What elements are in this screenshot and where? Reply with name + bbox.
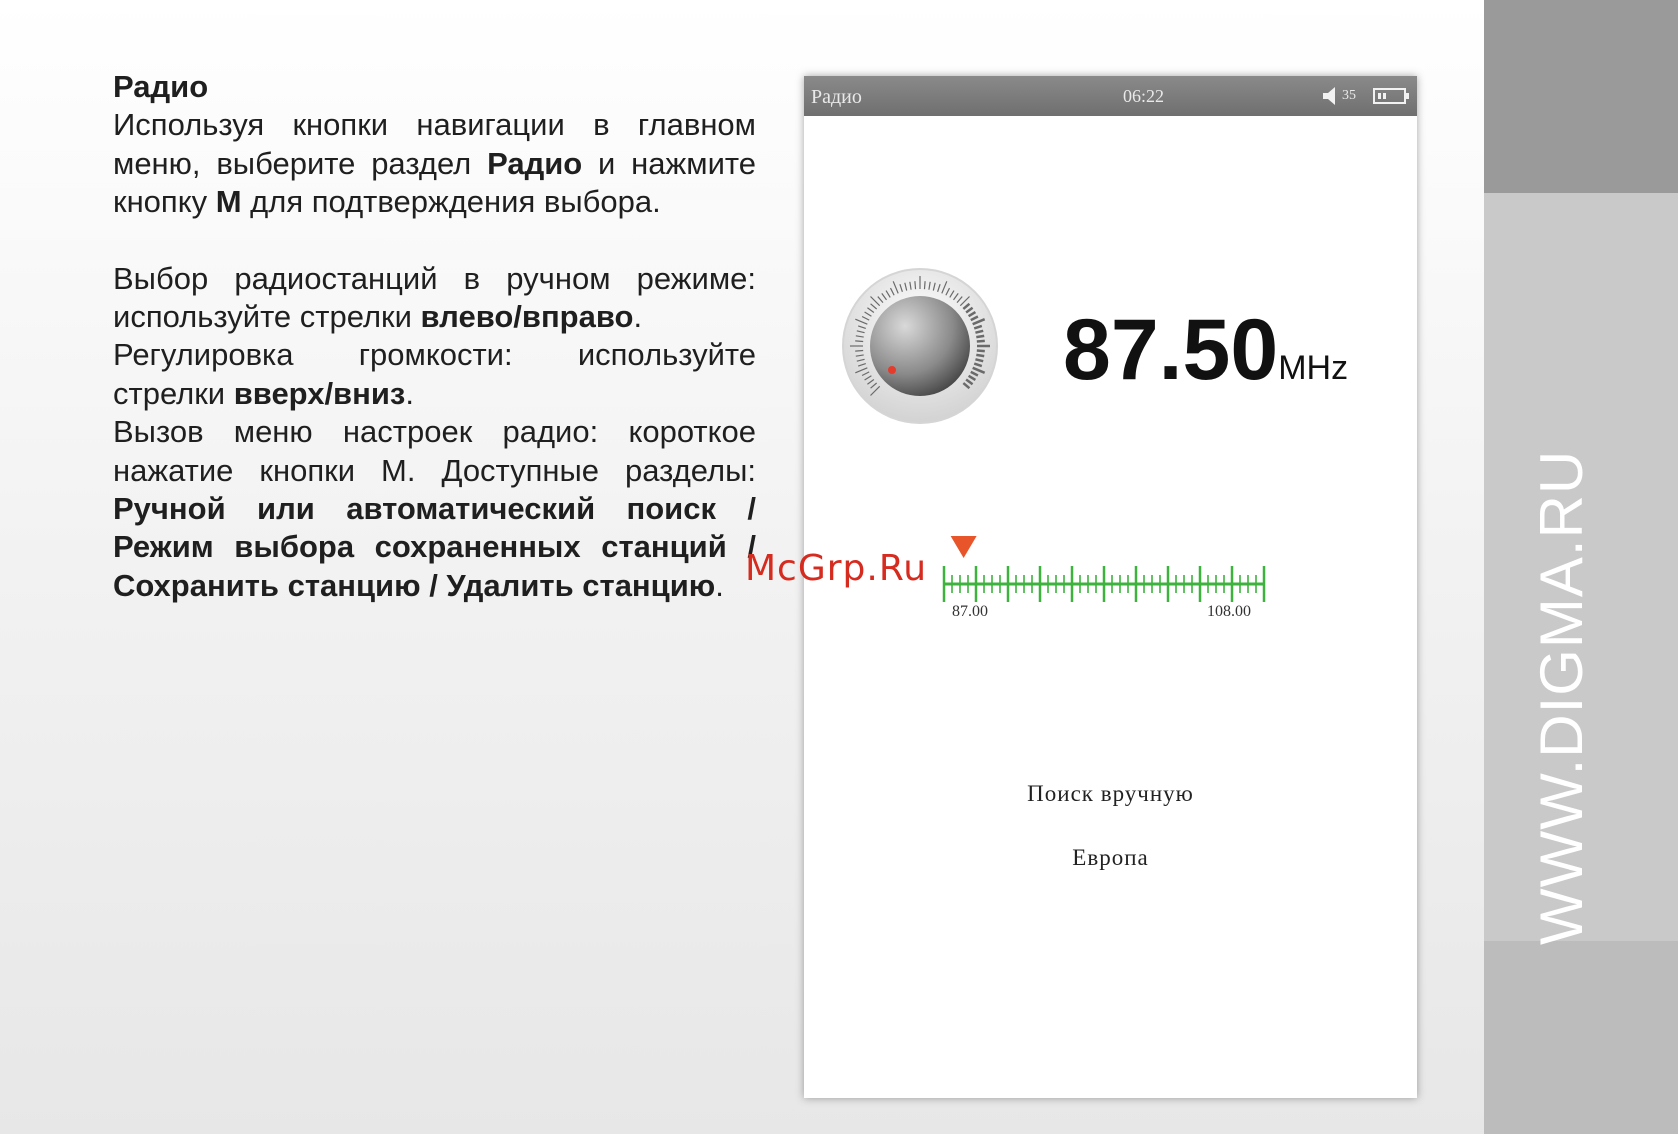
frequency-value: 87.50 [1063, 302, 1279, 398]
tuning-knob-icon [842, 268, 998, 424]
bold-run: М [215, 184, 242, 220]
knob-tick [976, 339, 985, 343]
search-mode-label: Поиск вручную [1027, 781, 1194, 806]
status-bar: Радио 06:22 35 [804, 76, 1417, 116]
battery-icon [1373, 88, 1409, 104]
watermark: McGrp.Ru [745, 548, 928, 589]
sidebar-top-block [1484, 0, 1678, 193]
knob-indicator-dot [888, 366, 896, 374]
text-run: . [405, 375, 414, 411]
paragraph-volume: Регулировка громкости: используйте стрел… [113, 336, 756, 413]
section-heading: Радио [113, 69, 209, 104]
text-run: Вызов меню настроек радио: короткое нажа… [113, 414, 756, 488]
knob-tick [976, 334, 985, 339]
knob-tick [855, 349, 864, 352]
frequency-unit: MHz [1278, 349, 1349, 387]
knob-tick [976, 349, 985, 353]
knob-tick [855, 340, 864, 343]
frequency-scale: 87.00 108.00 [942, 536, 1266, 620]
region-label: Европа [1072, 845, 1149, 870]
knob-tick [923, 281, 926, 290]
bold-run: вверх/вниз [233, 375, 406, 411]
status-title: Радио [811, 86, 862, 108]
knob-tick [914, 281, 917, 290]
frequency-display: 87.50MHz [1063, 301, 1348, 400]
paragraph-manual-select: Выбор радиостанций в ручном режиме: испо… [113, 260, 756, 337]
paragraph-intro: Используя кнопки навигации в главном мен… [113, 106, 756, 221]
knob-tick [976, 353, 985, 358]
text-run: Регулировка громкости: используйте стрел… [113, 337, 756, 411]
sidebar-bottom-block [1484, 941, 1678, 1134]
text-run: . [715, 567, 724, 603]
text-run: для подтверждения выбора. [241, 184, 661, 220]
volume-level: 35 [1342, 88, 1356, 103]
text-run: . [633, 299, 643, 335]
paragraph-settings-menu: Вызов меню настроек радио: короткое нажа… [113, 413, 756, 605]
status-time: 06:22 [1123, 86, 1165, 106]
scale-ticks [942, 566, 1266, 602]
scale-max-label: 108.00 [1207, 603, 1251, 620]
bold-run: Радио [487, 145, 583, 181]
bold-run: Ручной или автоматический поиск / Режим … [113, 491, 756, 603]
bold-run: влево/вправо [420, 299, 634, 335]
sidebar-website-text: WWW.DIGMA.RU [1528, 449, 1595, 945]
manual-text: Радио Используя кнопки навигации в главн… [113, 68, 756, 605]
scale-min-label: 87.00 [952, 603, 988, 620]
frequency-pointer-icon [950, 536, 977, 558]
